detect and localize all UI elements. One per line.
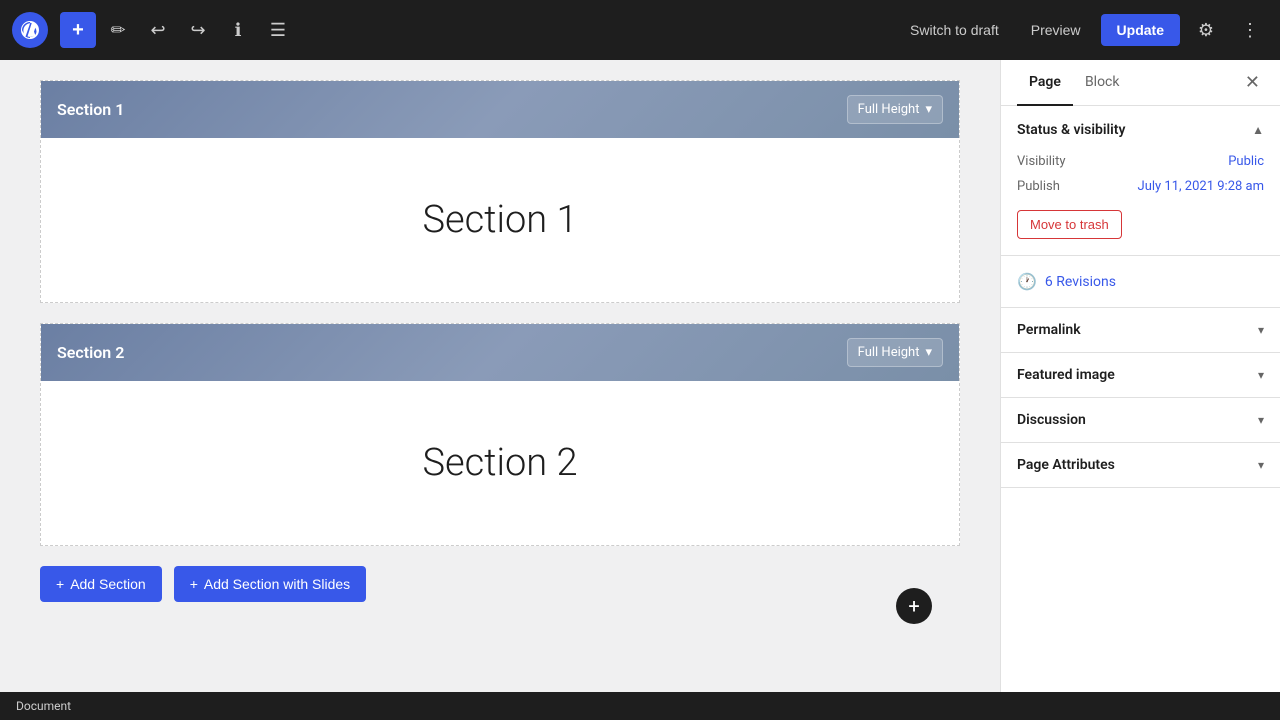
status-visibility-title: Status & visibility bbox=[1017, 122, 1125, 138]
visibility-label: Visibility bbox=[1017, 154, 1066, 169]
add-section-plus-icon: + bbox=[56, 576, 64, 592]
section-1-title: Section 1 bbox=[57, 100, 124, 119]
edit-mode-button[interactable]: ✏ bbox=[100, 12, 136, 48]
section-1-content: Section 1 bbox=[41, 138, 959, 302]
editor-area[interactable]: Section 1 Full Height ▾ Section 1 Sectio… bbox=[0, 60, 1000, 692]
toolbar-right: Switch to draft Preview Update ⚙ ⋮ bbox=[898, 12, 1268, 48]
featured-image-title: Featured image bbox=[1017, 367, 1115, 383]
sidebar: Page Block ✕ Status & visibility ▲ Visib… bbox=[1000, 60, 1280, 692]
page-attributes-title: Page Attributes bbox=[1017, 457, 1115, 473]
page-attributes-section[interactable]: Page Attributes ▾ bbox=[1001, 443, 1280, 488]
discussion-chevron: ▾ bbox=[1258, 413, 1264, 427]
section-1-dropdown-arrow: ▾ bbox=[925, 102, 932, 117]
status-bar: Document bbox=[0, 692, 1280, 720]
tab-block[interactable]: Block bbox=[1073, 60, 1132, 106]
visibility-row: Visibility Public bbox=[1017, 154, 1264, 169]
status-visibility-content: Visibility Public Publish July 11, 2021 … bbox=[1001, 154, 1280, 255]
list-view-button[interactable]: ☰ bbox=[260, 12, 296, 48]
section-2-dropdown-value: Full Height bbox=[858, 345, 920, 360]
status-visibility-section: Status & visibility ▲ Visibility Public … bbox=[1001, 106, 1280, 256]
move-to-trash-button[interactable]: Move to trash bbox=[1017, 210, 1122, 239]
add-section-button[interactable]: + Add Section bbox=[40, 566, 162, 602]
add-section-label: Add Section bbox=[70, 576, 146, 592]
page-attributes-chevron: ▾ bbox=[1258, 458, 1264, 472]
status-bar-label: Document bbox=[16, 699, 71, 713]
section-1-dropdown[interactable]: Full Height ▾ bbox=[847, 95, 943, 124]
publish-row: Publish July 11, 2021 9:28 am bbox=[1017, 179, 1264, 194]
permalink-chevron: ▾ bbox=[1258, 323, 1264, 337]
floating-add-button[interactable]: + bbox=[896, 588, 932, 624]
preview-button[interactable]: Preview bbox=[1019, 16, 1093, 44]
details-button[interactable]: ℹ bbox=[220, 12, 256, 48]
sidebar-tabs: Page Block ✕ bbox=[1001, 60, 1280, 106]
sidebar-close-button[interactable]: ✕ bbox=[1241, 68, 1264, 97]
revisions-label: 6 Revisions bbox=[1045, 274, 1116, 290]
discussion-section[interactable]: Discussion ▾ bbox=[1001, 398, 1280, 443]
switch-to-draft-button[interactable]: Switch to draft bbox=[898, 16, 1011, 44]
featured-image-chevron: ▾ bbox=[1258, 368, 1264, 382]
section-1-content-title: Section 1 bbox=[422, 198, 577, 242]
redo-button[interactable]: ↪ bbox=[180, 12, 216, 48]
permalink-title: Permalink bbox=[1017, 322, 1081, 338]
section-2-dropdown[interactable]: Full Height ▾ bbox=[847, 338, 943, 367]
section-block-2: Section 2 Full Height ▾ Section 2 bbox=[40, 323, 960, 546]
update-button[interactable]: Update bbox=[1101, 14, 1180, 46]
section-block-1: Section 1 Full Height ▾ Section 1 bbox=[40, 80, 960, 303]
status-visibility-chevron: ▲ bbox=[1252, 123, 1264, 137]
visibility-value[interactable]: Public bbox=[1228, 154, 1264, 169]
publish-value[interactable]: July 11, 2021 9:28 am bbox=[1138, 179, 1264, 194]
undo-button[interactable]: ↩ bbox=[140, 12, 176, 48]
section-1-header[interactable]: Section 1 Full Height ▾ bbox=[41, 81, 959, 138]
add-block-button[interactable]: + bbox=[60, 12, 96, 48]
section-2-content-title: Section 2 bbox=[422, 441, 577, 485]
revisions-icon: 🕐 bbox=[1017, 272, 1037, 291]
section-1-dropdown-value: Full Height bbox=[858, 102, 920, 117]
wp-logo bbox=[12, 12, 48, 48]
toolbar: + ✏ ↩ ↪ ℹ ☰ Switch to draft Preview Upda… bbox=[0, 0, 1280, 60]
settings-button[interactable]: ⚙ bbox=[1188, 12, 1224, 48]
add-section-row: + Add Section + Add Section with Slides bbox=[40, 566, 960, 602]
permalink-section[interactable]: Permalink ▾ bbox=[1001, 308, 1280, 353]
section-2-title: Section 2 bbox=[57, 343, 124, 362]
main-layout: Section 1 Full Height ▾ Section 1 Sectio… bbox=[0, 60, 1280, 692]
revisions-row[interactable]: 🕐 6 Revisions bbox=[1001, 256, 1280, 308]
more-options-button[interactable]: ⋮ bbox=[1232, 12, 1268, 48]
section-2-content: Section 2 bbox=[41, 381, 959, 545]
discussion-title: Discussion bbox=[1017, 412, 1086, 428]
featured-image-section[interactable]: Featured image ▾ bbox=[1001, 353, 1280, 398]
publish-label: Publish bbox=[1017, 179, 1060, 194]
add-section-with-slides-button[interactable]: + Add Section with Slides bbox=[174, 566, 367, 602]
section-2-dropdown-arrow: ▾ bbox=[925, 345, 932, 360]
add-section-slides-plus-icon: + bbox=[190, 576, 198, 592]
section-2-header[interactable]: Section 2 Full Height ▾ bbox=[41, 324, 959, 381]
tab-page[interactable]: Page bbox=[1017, 60, 1073, 106]
status-visibility-header[interactable]: Status & visibility ▲ bbox=[1001, 106, 1280, 154]
add-section-with-slides-label: Add Section with Slides bbox=[204, 576, 350, 592]
